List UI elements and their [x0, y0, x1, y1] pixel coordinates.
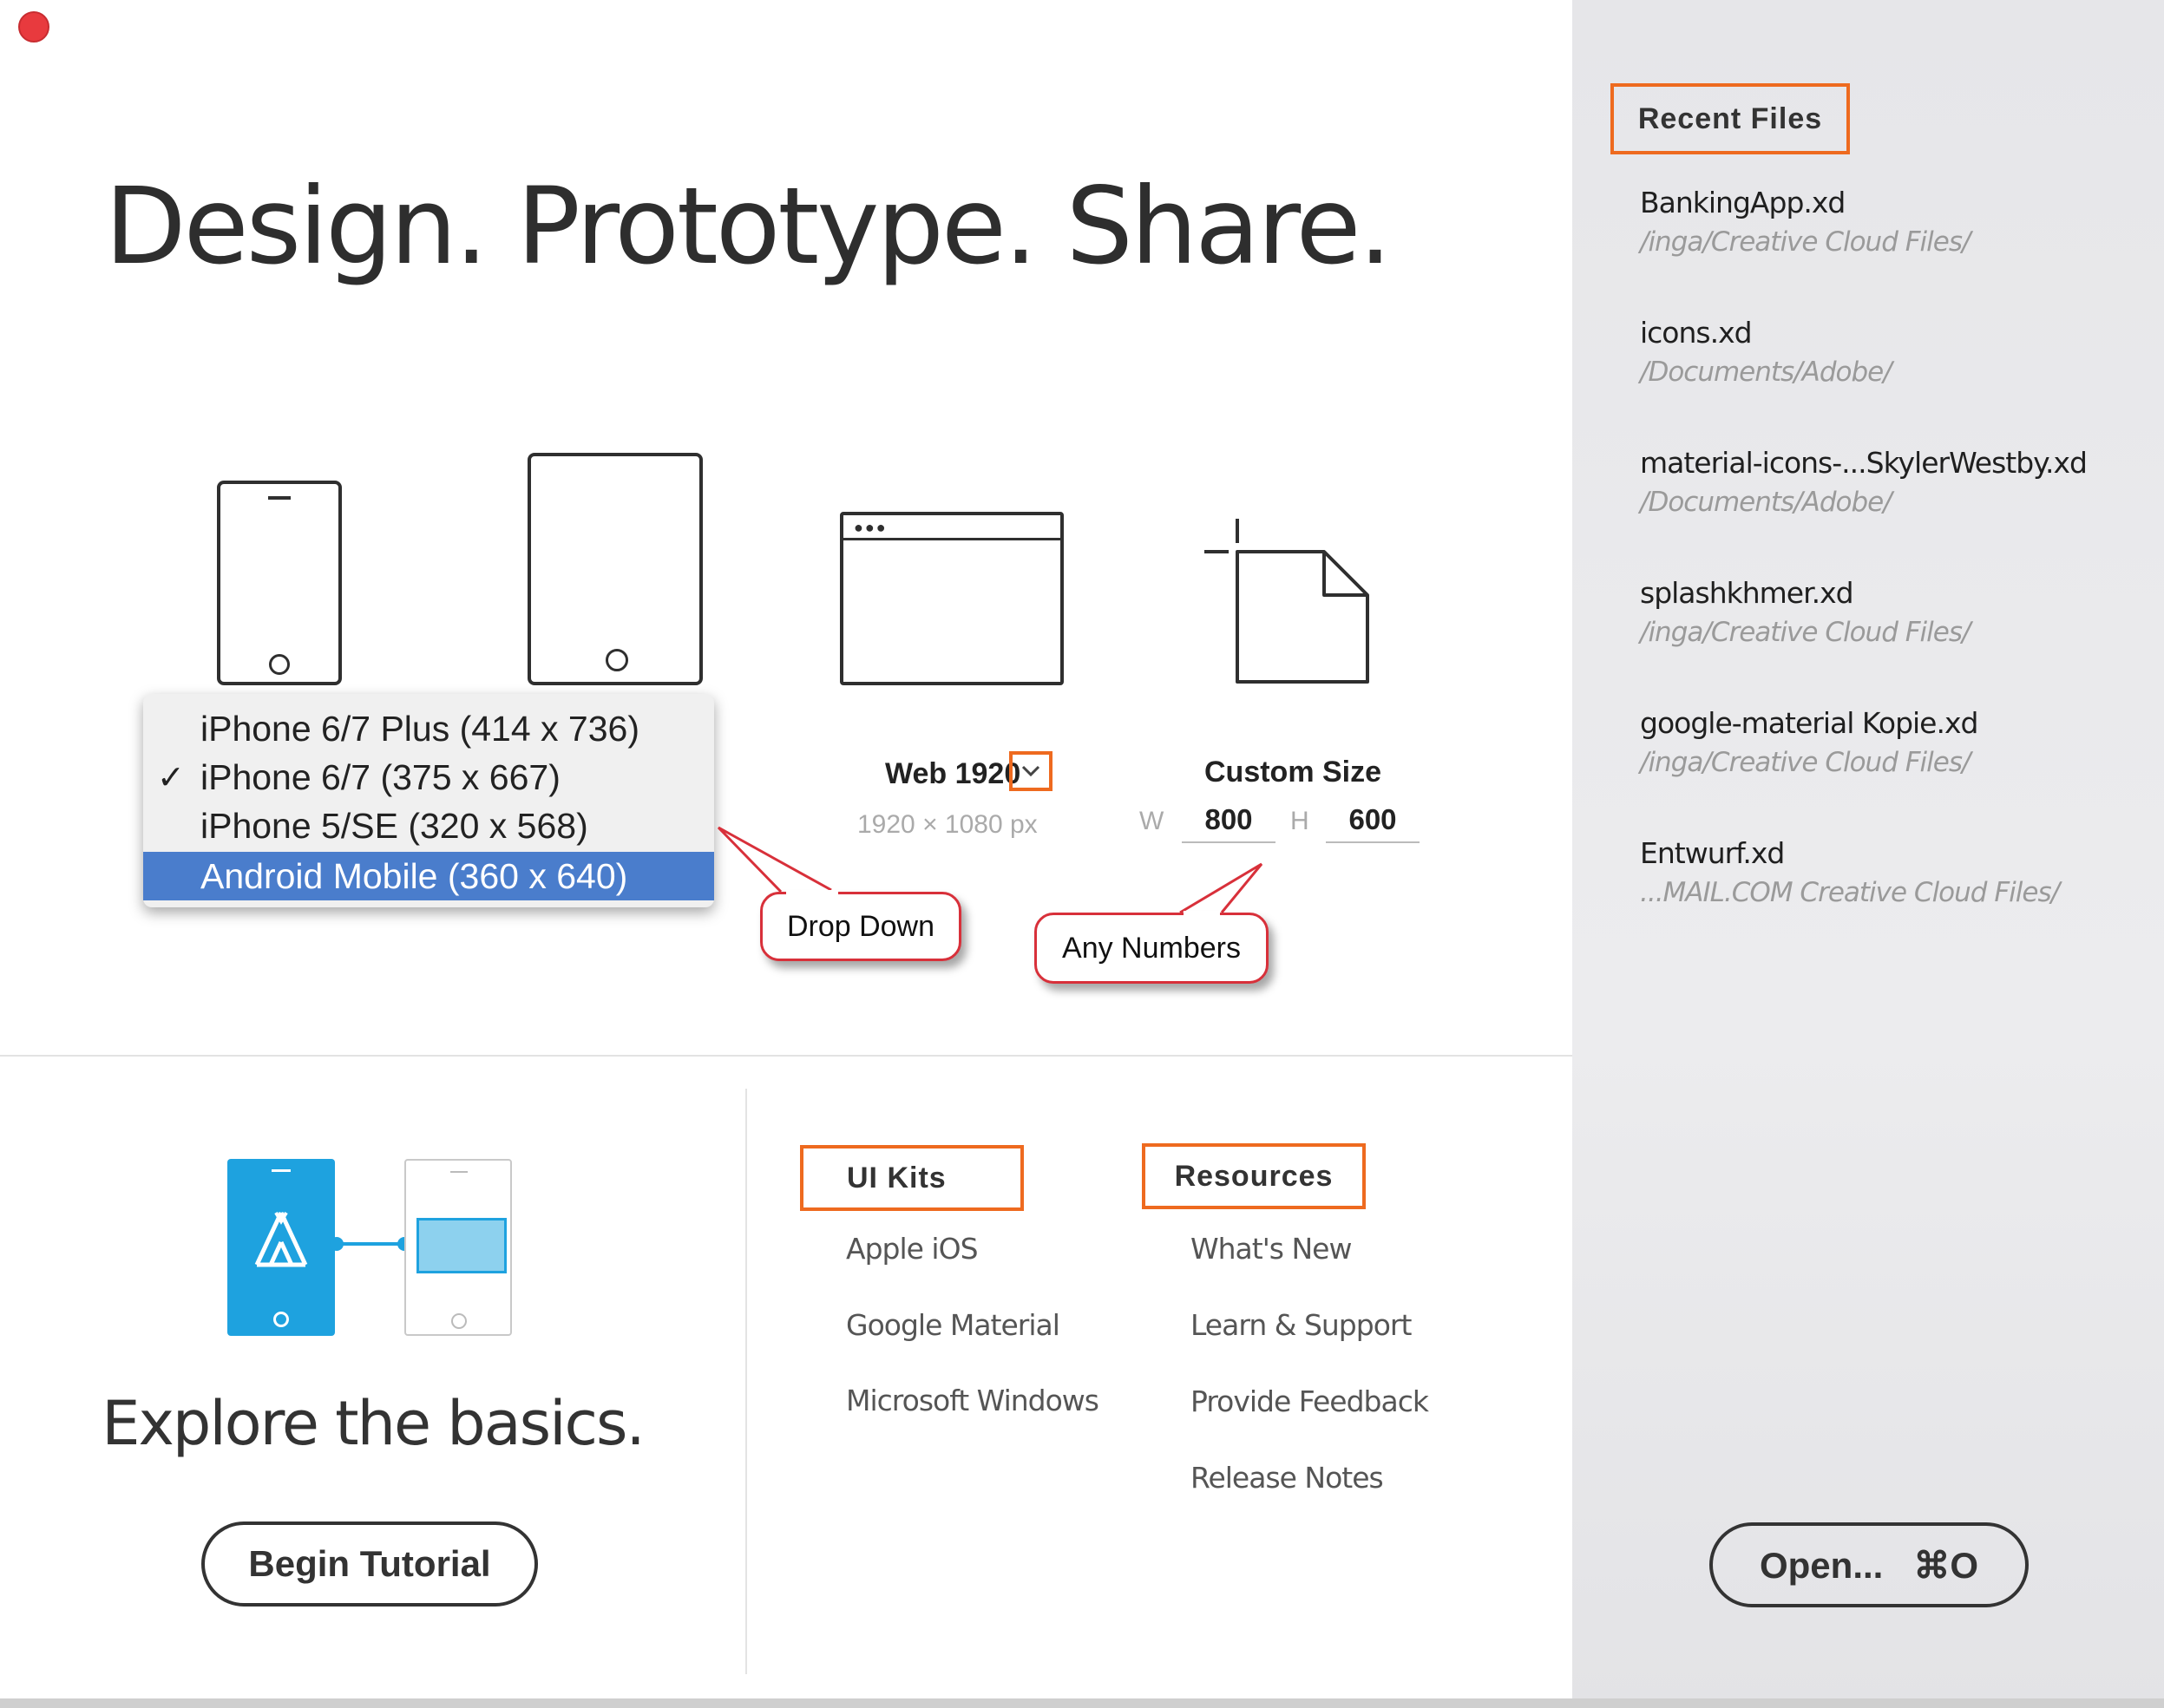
recent-file-path: /inga/Creative Cloud Files/: [1640, 226, 1971, 258]
width-input[interactable]: 800: [1182, 803, 1275, 843]
recent-file-item[interactable]: Entwurf.xd ...MAIL.COM Creative Cloud Fi…: [1640, 836, 2060, 908]
web-preset-dropdown-button[interactable]: [1009, 751, 1052, 791]
recent-files-header: Recent Files: [1610, 83, 1850, 154]
dropdown-item-label: iPhone 6/7 Plus (414 x 736): [200, 708, 639, 749]
custom-size-label: Custom Size: [1204, 756, 1382, 789]
close-window-button[interactable]: [18, 11, 49, 43]
resource-link-release-notes[interactable]: Release Notes: [1190, 1461, 1384, 1495]
recent-file-item[interactable]: BankingApp.xd /inga/Creative Cloud Files…: [1640, 186, 1971, 258]
dropdown-item[interactable]: iPhone 5/SE (320 x 568): [143, 802, 714, 850]
screen-block-illustration: [416, 1218, 507, 1273]
callout-drop-down: Drop Down: [760, 892, 961, 961]
vertical-divider: [745, 1089, 747, 1674]
web-preset-icon[interactable]: ●●●: [840, 512, 1064, 685]
width-label: W: [1139, 807, 1164, 835]
home-button-icon: [273, 1312, 289, 1327]
height-input[interactable]: 600: [1326, 803, 1420, 843]
dropdown-item-label: iPhone 6/7 (375 x 667): [200, 756, 561, 797]
height-label: H: [1290, 807, 1309, 835]
horizontal-divider: [0, 1055, 1572, 1057]
home-button-icon: [451, 1313, 467, 1329]
speaker-icon: [450, 1171, 468, 1173]
recent-file-name: google-material Kopie.xd: [1640, 706, 1978, 740]
browser-toolbar-line: [843, 538, 1060, 540]
resource-link-provide-feedback[interactable]: Provide Feedback: [1190, 1384, 1429, 1418]
recent-file-name: splashkhmer.xd: [1640, 576, 1854, 610]
recent-file-item[interactable]: icons.xd /Documents/Adobe/: [1640, 316, 1892, 388]
tutorial-phone-outline-illustration: [404, 1159, 512, 1336]
recent-file-name: icons.xd: [1640, 316, 1753, 350]
recent-file-path: /inga/Creative Cloud Files/: [1640, 747, 1971, 778]
resources-header: Resources: [1142, 1143, 1366, 1209]
begin-tutorial-button[interactable]: Begin Tutorial: [201, 1521, 538, 1607]
open-file-button[interactable]: Open... ⌘O: [1709, 1522, 2029, 1607]
ui-kit-link-apple-ios[interactable]: Apple iOS: [846, 1232, 979, 1266]
xd-logo-icon: [254, 1211, 308, 1267]
phone-preset-icon[interactable]: [217, 481, 342, 685]
custom-size-icon[interactable]: [1203, 517, 1373, 690]
recent-file-item[interactable]: google-material Kopie.xd /inga/Creative …: [1640, 706, 1978, 778]
speaker-icon: [268, 496, 291, 500]
recent-file-path: /Documents/Adobe/: [1640, 487, 1892, 518]
speaker-icon: [272, 1169, 291, 1172]
dropdown-item-selected[interactable]: ✓ iPhone 6/7 (375 x 667): [143, 753, 714, 802]
resource-link-learn-support[interactable]: Learn & Support: [1190, 1308, 1412, 1342]
prototype-link-dot: [330, 1237, 344, 1251]
tutorial-text: Explore the basics.: [102, 1388, 646, 1459]
recent-file-name: Entwurf.xd: [1640, 836, 1785, 870]
callout-joint: [786, 890, 838, 897]
home-button-icon: [269, 654, 290, 675]
device-size-dropdown-menu[interactable]: iPhone 6/7 Plus (414 x 736) ✓ iPhone 6/7 …: [143, 694, 714, 907]
callout-joint: [1184, 911, 1220, 918]
recent-file-item[interactable]: material-icons-...SkylerWestby.xd /Docum…: [1640, 446, 2088, 518]
dropdown-item-label: iPhone 5/SE (320 x 568): [200, 805, 588, 846]
checkmark-icon: ✓: [157, 759, 185, 796]
ui-kit-link-google-material[interactable]: Google Material: [846, 1308, 1060, 1342]
home-button-icon: [606, 649, 628, 671]
ui-kits-header: UI Kits: [800, 1145, 1024, 1211]
browser-dots-icon: ●●●: [854, 519, 888, 536]
recent-file-path: /inga/Creative Cloud Files/: [1640, 617, 1971, 648]
dropdown-item[interactable]: iPhone 6/7 Plus (414 x 736): [143, 704, 714, 753]
window-bottom-edge: [0, 1698, 2164, 1708]
recent-file-path: /Documents/Adobe/: [1640, 357, 1892, 388]
recent-file-name: BankingApp.xd: [1640, 186, 1846, 219]
chevron-down-icon: [1021, 765, 1040, 777]
callout-any-numbers: Any Numbers: [1034, 913, 1269, 984]
page-title: Design. Prototype. Share.: [104, 165, 1393, 288]
ui-kit-link-microsoft-windows[interactable]: Microsoft Windows: [846, 1384, 1099, 1417]
resource-link-whats-new[interactable]: What's New: [1190, 1232, 1352, 1266]
dropdown-item-label: Android Mobile (360 x 640): [200, 855, 628, 896]
recent-file-item[interactable]: splashkhmer.xd /inga/Creative Cloud File…: [1640, 576, 1971, 648]
recent-file-name: material-icons-...SkylerWestby.xd: [1640, 446, 2088, 480]
tablet-preset-icon[interactable]: [528, 453, 703, 685]
dropdown-item-highlighted[interactable]: Android Mobile (360 x 640): [143, 852, 714, 900]
tutorial-phone-illustration: [227, 1159, 335, 1336]
web-preset-label: Web 1920: [885, 757, 1021, 790]
recent-file-path: ...MAIL.COM Creative Cloud Files/: [1640, 877, 2060, 908]
